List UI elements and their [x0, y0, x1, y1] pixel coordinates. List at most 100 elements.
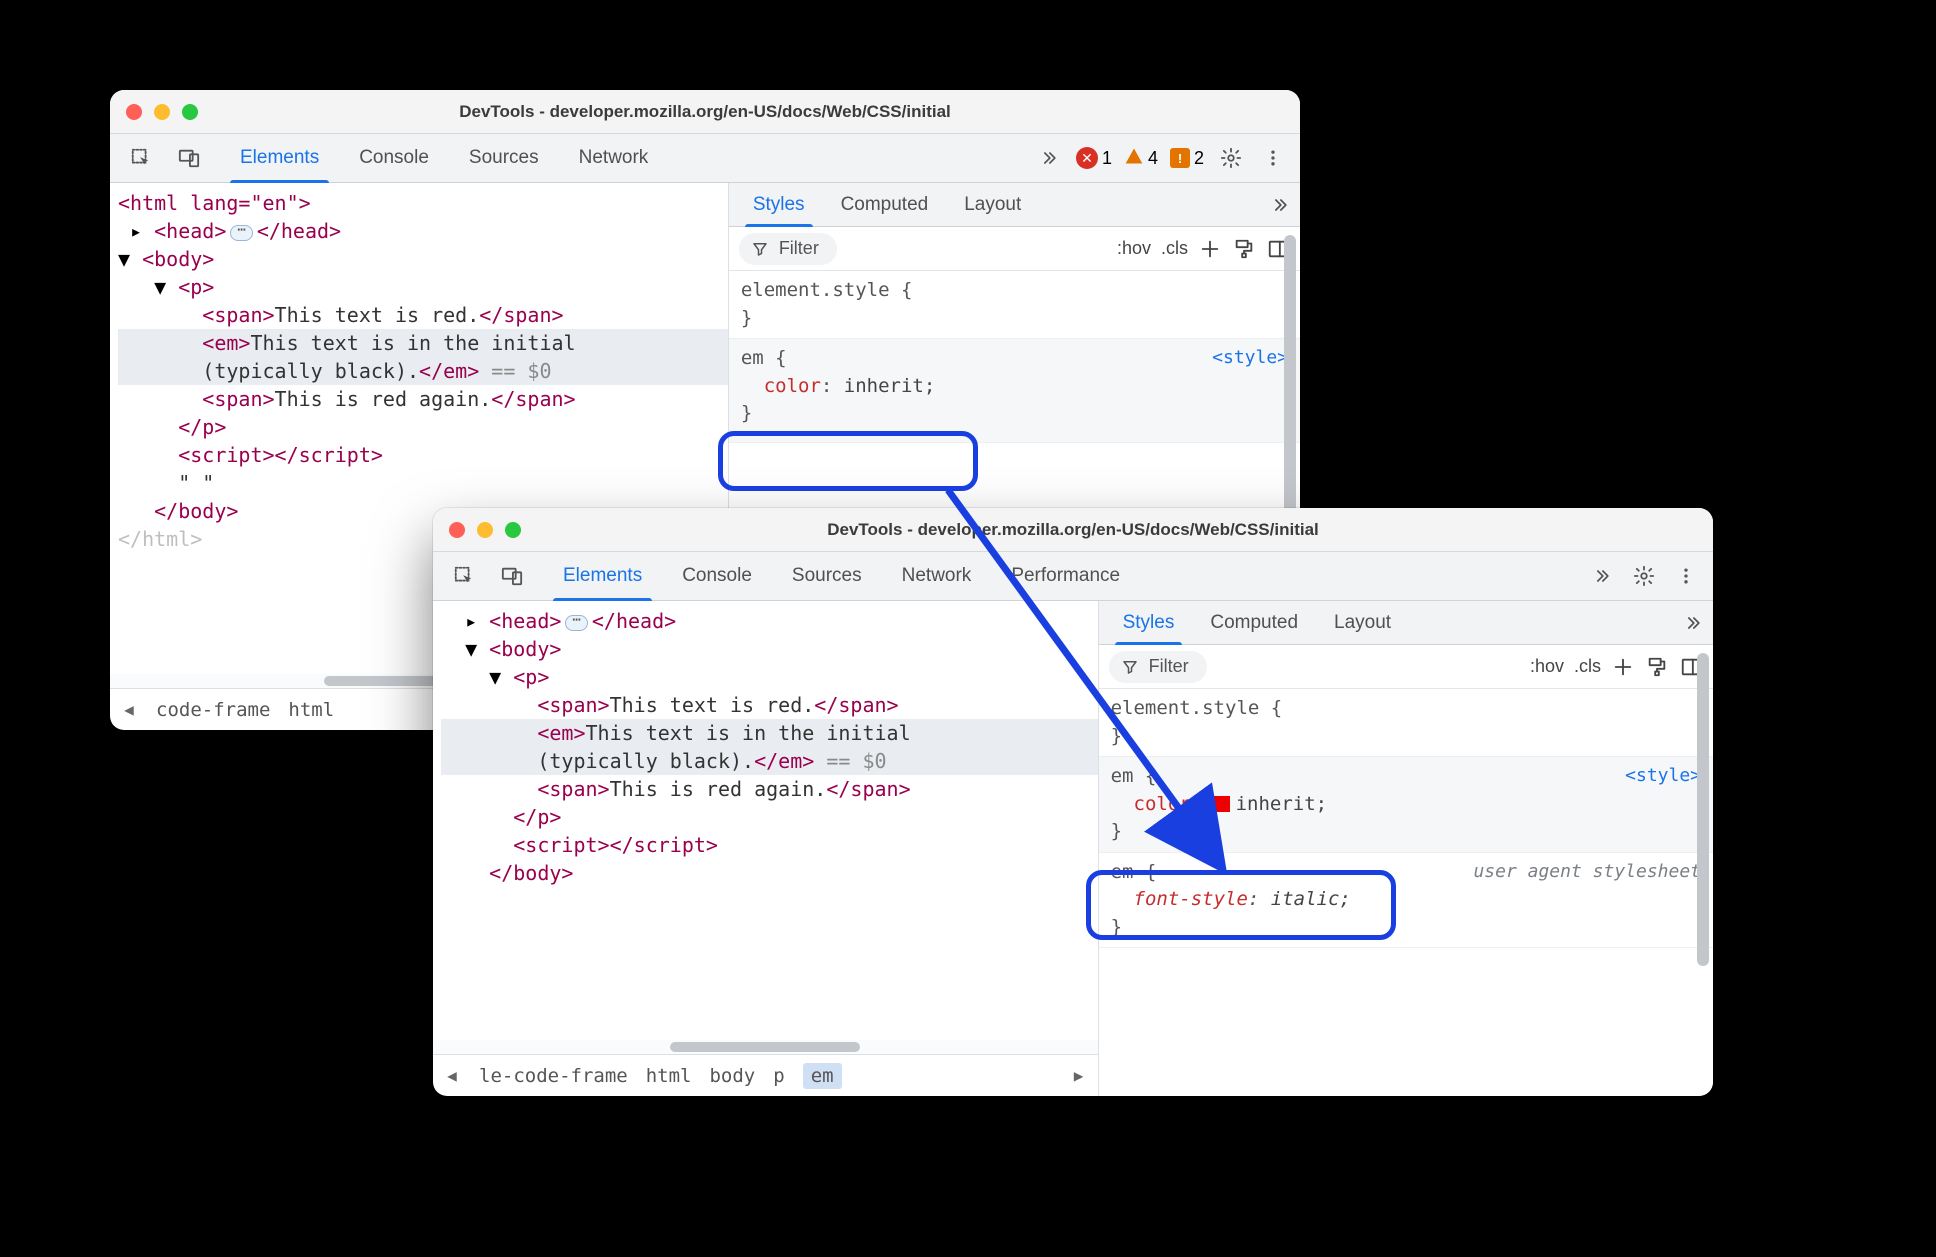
kebab-icon[interactable]: [1258, 143, 1288, 173]
chevron-right-icon[interactable]: ▶: [1070, 1066, 1088, 1085]
crumb-item[interactable]: em: [803, 1063, 842, 1089]
dom-node[interactable]: <span>: [202, 387, 274, 411]
minimize-icon[interactable]: [154, 104, 170, 120]
kebab-icon[interactable]: [1671, 561, 1701, 591]
warning-count: 4: [1148, 148, 1158, 169]
rule-selector[interactable]: element.style {: [1111, 695, 1701, 723]
tab-sources[interactable]: Sources: [772, 552, 882, 600]
new-rule-icon[interactable]: [1611, 655, 1635, 679]
issues-icon[interactable]: !: [1170, 148, 1190, 168]
filter-input[interactable]: Filter: [739, 233, 837, 265]
paint-icon[interactable]: [1232, 237, 1256, 261]
selected-node[interactable]: <em>This text is in the initial: [118, 329, 728, 357]
crumb-item[interactable]: html: [288, 699, 334, 721]
css-value[interactable]: inherit;: [1236, 793, 1328, 815]
dom-node[interactable]: <head>: [489, 609, 561, 633]
hov-toggle[interactable]: :hov: [1117, 238, 1151, 259]
dom-node[interactable]: <script>: [178, 443, 274, 467]
rule-selector[interactable]: element.style {: [741, 277, 1288, 305]
dom-node[interactable]: </p>: [513, 805, 561, 829]
dom-node[interactable]: <body>: [489, 637, 561, 661]
zoom-icon[interactable]: [505, 522, 521, 538]
styles-tabstrip: Styles Computed Layout: [1099, 601, 1713, 645]
crumb-item[interactable]: le-code-frame: [479, 1065, 628, 1087]
dom-node[interactable]: <p>: [178, 275, 214, 299]
subtab-computed[interactable]: Computed: [823, 183, 947, 226]
ellipsis-icon[interactable]: ⋯: [230, 225, 252, 241]
tab-performance[interactable]: Performance: [991, 552, 1140, 600]
tab-elements[interactable]: Elements: [220, 134, 339, 182]
style-rules[interactable]: element.style { } em { <style> color: in…: [1099, 689, 1713, 1096]
settings-icon[interactable]: [1216, 143, 1246, 173]
color-swatch-icon[interactable]: [1214, 796, 1230, 812]
subtab-styles[interactable]: Styles: [1105, 601, 1193, 644]
tab-sources[interactable]: Sources: [449, 134, 559, 182]
new-rule-icon[interactable]: [1198, 237, 1222, 261]
crumb-item[interactable]: p: [773, 1065, 784, 1087]
subtab-styles[interactable]: Styles: [735, 183, 823, 226]
dom-node[interactable]: <body>: [142, 247, 214, 271]
dom-node[interactable]: </html>: [118, 527, 202, 551]
tab-console[interactable]: Console: [339, 134, 449, 182]
crumb-item[interactable]: code-frame: [156, 699, 270, 721]
rule-source-link[interactable]: <style>: [1212, 345, 1288, 371]
crumb-item[interactable]: body: [709, 1065, 755, 1087]
warning-icon[interactable]: [1124, 146, 1144, 171]
tab-console[interactable]: Console: [662, 552, 772, 600]
close-icon[interactable]: [449, 522, 465, 538]
more-tabs-icon[interactable]: [1587, 561, 1617, 591]
crumb-item[interactable]: html: [646, 1065, 692, 1087]
css-value[interactable]: italic;: [1271, 888, 1351, 910]
rule-selector[interactable]: em {: [741, 345, 1288, 373]
settings-icon[interactable]: [1629, 561, 1659, 591]
device-toggle-icon[interactable]: [497, 561, 527, 591]
inspect-icon[interactable]: [126, 143, 156, 173]
dom-tree[interactable]: ▸ <head>⋯</head> ▼ <body> ▼ <p> <span>Th…: [433, 601, 1098, 1040]
css-property[interactable]: color: [1134, 793, 1191, 815]
dom-node[interactable]: " ": [178, 471, 214, 495]
horizontal-scrollbar[interactable]: [433, 1040, 1098, 1054]
dom-node[interactable]: <html lang="en">: [118, 191, 311, 215]
selected-node[interactable]: <em>This text is in the initial: [441, 719, 1098, 747]
vertical-scrollbar[interactable]: [1697, 653, 1709, 1088]
dom-node[interactable]: <head>: [154, 219, 226, 243]
filter-input[interactable]: Filter: [1109, 651, 1207, 683]
close-icon[interactable]: [126, 104, 142, 120]
tab-network[interactable]: Network: [882, 552, 992, 600]
subtab-computed[interactable]: Computed: [1192, 601, 1316, 644]
dom-node[interactable]: </p>: [178, 415, 226, 439]
hov-toggle[interactable]: :hov: [1530, 656, 1564, 677]
dom-node[interactable]: </body>: [489, 861, 573, 885]
more-subtabs-icon[interactable]: [1673, 601, 1713, 644]
more-subtabs-icon[interactable]: [1260, 183, 1300, 226]
cls-toggle[interactable]: .cls: [1161, 238, 1188, 259]
error-icon[interactable]: ✕: [1076, 147, 1098, 169]
tab-elements[interactable]: Elements: [543, 552, 662, 600]
ellipsis-icon[interactable]: ⋯: [565, 615, 587, 631]
more-tabs-icon[interactable]: [1034, 143, 1064, 173]
dom-node[interactable]: <script>: [513, 833, 609, 857]
dom-node[interactable]: <span>: [537, 777, 609, 801]
dom-node[interactable]: </body>: [154, 499, 238, 523]
breadcrumb[interactable]: ◀ le-code-frame html body p em ▶: [433, 1054, 1098, 1096]
css-property[interactable]: font-style: [1134, 888, 1248, 910]
subtab-layout[interactable]: Layout: [946, 183, 1039, 226]
paint-icon[interactable]: [1645, 655, 1669, 679]
inspect-icon[interactable]: [449, 561, 479, 591]
device-toggle-icon[interactable]: [174, 143, 204, 173]
minimize-icon[interactable]: [477, 522, 493, 538]
rule-selector[interactable]: em {: [1111, 763, 1701, 791]
dom-node[interactable]: <span>: [537, 693, 609, 717]
dom-node[interactable]: <span>: [202, 303, 274, 327]
error-count: 1: [1102, 148, 1112, 169]
zoom-icon[interactable]: [182, 104, 198, 120]
tab-network[interactable]: Network: [559, 134, 669, 182]
rule-source-link[interactable]: <style>: [1625, 763, 1701, 789]
subtab-layout[interactable]: Layout: [1316, 601, 1409, 644]
cls-toggle[interactable]: .cls: [1574, 656, 1601, 677]
css-value[interactable]: inherit;: [844, 375, 936, 397]
chevron-left-icon[interactable]: ◀: [120, 700, 138, 719]
chevron-left-icon[interactable]: ◀: [443, 1066, 461, 1085]
dom-node[interactable]: <p>: [513, 665, 549, 689]
css-property[interactable]: color: [764, 375, 821, 397]
